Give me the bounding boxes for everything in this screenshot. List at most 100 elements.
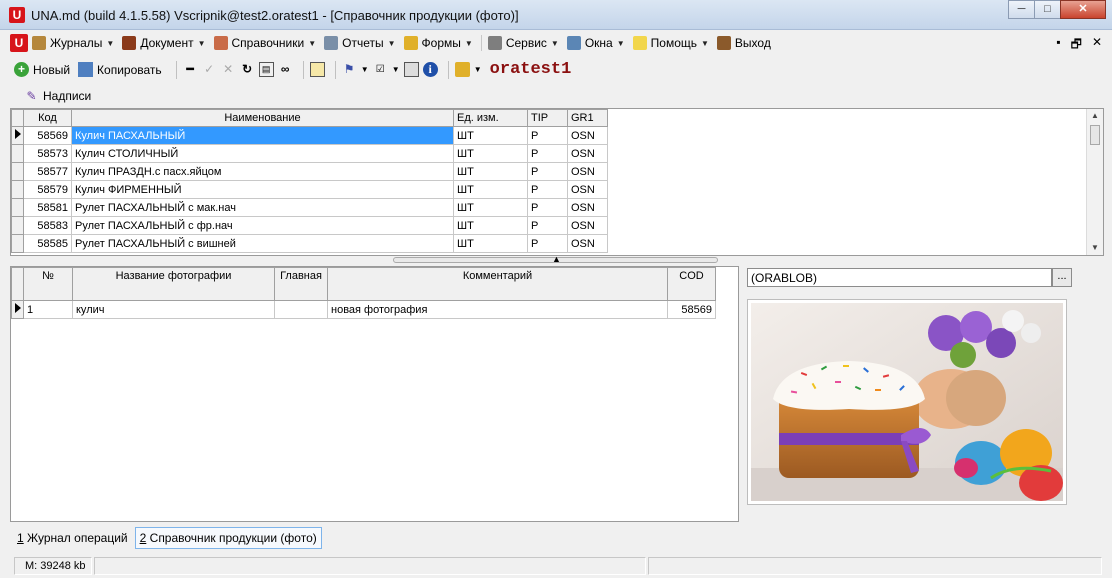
row-indicator[interactable] (11, 198, 24, 217)
scroll-thumb[interactable] (1090, 125, 1100, 145)
table-row[interactable]: 58569 Кулич ПАСХАЛЬНЫЙ ШТ P OSN (11, 126, 608, 145)
checklist-icon[interactable]: ☑ (373, 62, 388, 77)
app-menu-icon[interactable]: U (10, 34, 28, 52)
print-icon[interactable] (309, 62, 325, 77)
tab-1[interactable]: 1 Журнал операций (12, 527, 133, 549)
row-indicator[interactable] (11, 162, 24, 181)
column-header-photo-title[interactable]: Название фотографии (72, 267, 275, 301)
cell-number[interactable]: 1 (23, 300, 73, 319)
cell-gr1[interactable]: OSN (567, 216, 608, 235)
blob-browse-button[interactable]: ... (1052, 268, 1072, 287)
cancel-icon[interactable]: ✕ (221, 62, 236, 77)
column-header-cod[interactable]: COD (667, 267, 716, 301)
row-indicator[interactable] (11, 300, 24, 319)
column-header-code[interactable]: Код (23, 109, 72, 127)
cell-tip[interactable]: P (527, 234, 568, 253)
column-header-main[interactable]: Главная (274, 267, 328, 301)
refresh-icon[interactable]: ↻ (240, 62, 255, 77)
menu-windows[interactable]: Окна ▼ (566, 36, 625, 50)
cell-gr1[interactable]: OSN (567, 162, 608, 181)
menu-reports[interactable]: Отчеты ▼ (324, 36, 396, 50)
cell-cod[interactable]: 58569 (667, 300, 716, 319)
cell-tip[interactable]: P (527, 180, 568, 199)
column-header-unit[interactable]: Ед. изм. (453, 109, 528, 127)
cell-tip[interactable]: P (527, 216, 568, 235)
minimize-button[interactable]: ─ (1008, 0, 1035, 19)
cell-code[interactable]: 58573 (23, 144, 72, 163)
captions-button[interactable]: ✎ Надписи (24, 89, 91, 104)
row-indicator[interactable] (11, 126, 24, 145)
cell-name[interactable]: Рулет ПАСХАЛЬНЫЙ с мак.нач (71, 198, 454, 217)
cell-tip[interactable]: P (527, 198, 568, 217)
confirm-icon[interactable]: ✓ (202, 62, 217, 77)
column-header-comment[interactable]: Комментарий (327, 267, 668, 301)
cell-gr1[interactable]: OSN (567, 126, 608, 145)
scroll-up-icon[interactable]: ▲ (1087, 109, 1103, 123)
cell-unit[interactable]: ШТ (453, 180, 528, 199)
cell-unit[interactable]: ШТ (453, 216, 528, 235)
row-indicator[interactable] (11, 180, 24, 199)
blob-field[interactable]: (ORABLOB) (747, 268, 1052, 287)
menu-document[interactable]: Документ ▼ (122, 36, 206, 50)
cell-tip[interactable]: P (527, 144, 568, 163)
cell-code[interactable]: 58581 (23, 198, 72, 217)
settings-icon[interactable] (454, 62, 470, 77)
delete-icon[interactable]: ━ (183, 62, 198, 77)
binoculars-icon[interactable]: ∞ (278, 62, 293, 77)
dropdown-arrow-icon[interactable]: ▼ (392, 62, 400, 77)
column-header-name[interactable]: Наименование (71, 109, 454, 127)
menu-help[interactable]: Помощь ▼ (632, 36, 709, 50)
menu-service[interactable]: Сервис ▼ (487, 36, 559, 50)
calculator-icon[interactable] (403, 62, 419, 77)
cell-comment[interactable]: новая фотография (327, 300, 668, 319)
cell-unit[interactable]: ШТ (453, 126, 528, 145)
menu-exit[interactable]: Выход (716, 36, 771, 50)
cell-tip[interactable]: P (527, 126, 568, 145)
cell-tip[interactable]: P (527, 162, 568, 181)
menu-reference[interactable]: Справочники ▼ (213, 36, 316, 50)
new-button[interactable]: + Новый (14, 62, 70, 77)
tab-2[interactable]: 2 Справочник продукции (фото) (134, 527, 322, 549)
filter-icon[interactable]: ▤ (258, 62, 274, 77)
cell-code[interactable]: 58585 (23, 234, 72, 253)
cell-name[interactable]: Кулич ПРАЗДН.с пасх.яйцом (71, 162, 454, 181)
cell-gr1[interactable]: OSN (567, 234, 608, 253)
cell-name[interactable]: Рулет ПАСХАЛЬНЫЙ с вишней (71, 234, 454, 253)
flag-icon[interactable]: ⚑ (342, 62, 357, 77)
cell-unit[interactable]: ШТ (453, 234, 528, 253)
column-header-gr1[interactable]: GR1 (567, 109, 608, 127)
scroll-down-icon[interactable]: ▼ (1087, 241, 1103, 255)
table-row[interactable]: 58579 Кулич ФИРМЕННЫЙ ШТ P OSN (11, 180, 608, 199)
cell-code[interactable]: 58583 (23, 216, 72, 235)
panel-splitter[interactable]: ▲ (0, 254, 1112, 264)
table-row[interactable]: 58573 Кулич СТОЛИЧНЫЙ ШТ P OSN (11, 144, 608, 163)
cell-name[interactable]: Кулич СТОЛИЧНЫЙ (71, 144, 454, 163)
menu-forms[interactable]: Формы ▼ (403, 36, 473, 50)
mdi-minimize-button[interactable]: ▪ (1056, 35, 1060, 56)
chevron-up-icon[interactable]: ▲ (552, 254, 561, 264)
cell-unit[interactable]: ШТ (453, 162, 528, 181)
info-icon[interactable]: i (422, 62, 438, 77)
cell-photo-title[interactable]: кулич (72, 300, 275, 319)
dropdown-arrow-icon[interactable]: ▼ (474, 62, 482, 77)
cell-gr1[interactable]: OSN (567, 144, 608, 163)
cell-code[interactable]: 58577 (23, 162, 72, 181)
table-row[interactable]: 58583 Рулет ПАСХАЛЬНЫЙ с фр.нач ШТ P OSN (11, 216, 608, 235)
row-indicator[interactable] (11, 234, 24, 253)
table-row[interactable]: 58585 Рулет ПАСХАЛЬНЫЙ с вишней ШТ P OSN (11, 234, 608, 253)
products-scrollbar[interactable]: ▲ ▼ (1086, 109, 1103, 255)
table-row[interactable]: 58581 Рулет ПАСХАЛЬНЫЙ с мак.нач ШТ P OSN (11, 198, 608, 217)
copy-button[interactable]: Копировать (78, 62, 162, 77)
cell-unit[interactable]: ШТ (453, 198, 528, 217)
close-button[interactable]: ✕ (1060, 0, 1106, 19)
cell-code[interactable]: 58569 (23, 126, 72, 145)
dropdown-arrow-icon[interactable]: ▼ (361, 62, 369, 77)
cell-code[interactable]: 58579 (23, 180, 72, 199)
maximize-button[interactable]: □ (1034, 0, 1061, 19)
table-row[interactable]: 58577 Кулич ПРАЗДН.с пасх.яйцом ШТ P OSN (11, 162, 608, 181)
row-indicator[interactable] (11, 216, 24, 235)
mdi-restore-button[interactable]: 🗗 (1071, 35, 1082, 56)
cell-gr1[interactable]: OSN (567, 180, 608, 199)
row-indicator[interactable] (11, 144, 24, 163)
cell-name[interactable]: Рулет ПАСХАЛЬНЫЙ с фр.нач (71, 216, 454, 235)
